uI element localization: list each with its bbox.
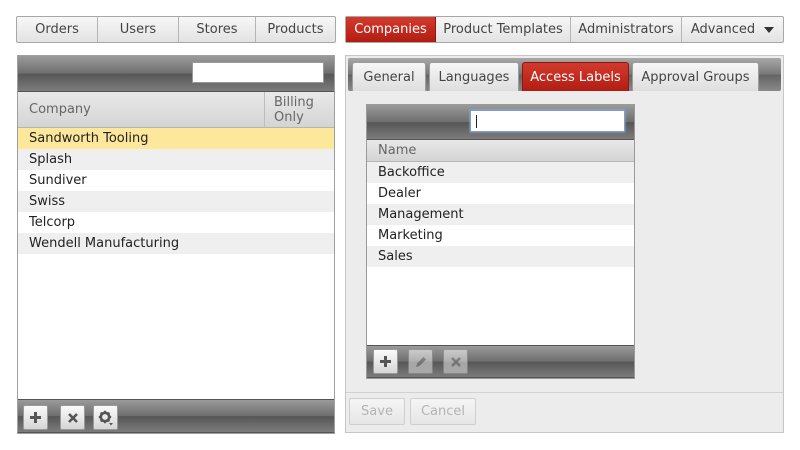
text-cursor: [476, 115, 477, 128]
gear-icon: [98, 410, 113, 425]
company-name: Wendell Manufacturing: [29, 236, 180, 251]
access-label-toolbar: [367, 345, 634, 378]
cancel-button[interactable]: Cancel: [410, 398, 476, 425]
main-nav-tabs: Orders Users Stores Products: [16, 16, 336, 43]
company-list-panel: Company Billing Only Sandworth Tooling S…: [17, 55, 335, 434]
add-access-label-button[interactable]: [373, 349, 398, 374]
company-row[interactable]: Sundiver: [18, 170, 334, 191]
access-label-row[interactable]: Dealer: [367, 183, 634, 204]
tab-companies[interactable]: Companies: [346, 17, 436, 42]
pencil-icon: [415, 356, 426, 367]
company-row[interactable]: Splash: [18, 149, 334, 170]
subtab-languages[interactable]: Languages: [429, 62, 519, 91]
settings-nav-tabs: Companies Product Templates Administrato…: [345, 16, 784, 43]
company-detail-tabs: General Languages Access Labels Approval…: [348, 58, 781, 91]
company-toolbar: [18, 399, 334, 433]
tab-advanced[interactable]: Advanced: [682, 17, 783, 42]
delete-company-button[interactable]: [60, 405, 85, 430]
access-label-name: Backoffice: [378, 165, 445, 180]
subtab-access-labels[interactable]: Access Labels: [522, 62, 629, 91]
form-actions: Save Cancel: [346, 392, 783, 432]
edit-access-label-button[interactable]: [408, 349, 433, 374]
column-header-name[interactable]: Name: [378, 143, 416, 158]
tab-users[interactable]: Users: [98, 17, 179, 42]
tab-product-templates[interactable]: Product Templates: [436, 17, 571, 42]
close-icon: [450, 356, 461, 367]
company-name: Sundiver: [29, 173, 87, 188]
access-label-grid-header: Name: [367, 140, 634, 162]
access-label-row[interactable]: Backoffice: [367, 162, 634, 183]
company-row[interactable]: Wendell Manufacturing: [18, 233, 334, 254]
company-detail-panel: General Languages Access Labels Approval…: [345, 55, 784, 433]
column-header-company[interactable]: Company: [18, 92, 264, 127]
plus-icon: [30, 412, 41, 423]
delete-access-label-button[interactable]: [443, 349, 468, 374]
column-header-billing-only[interactable]: Billing Only: [264, 92, 334, 127]
company-search-input[interactable]: [192, 62, 324, 83]
access-label-search-input[interactable]: [470, 110, 625, 132]
access-label-name: Sales: [378, 249, 413, 264]
tab-orders[interactable]: Orders: [17, 17, 98, 42]
access-labels-grid: Name Backoffice Dealer Management Market…: [366, 104, 635, 379]
company-row[interactable]: Telcorp: [18, 212, 334, 233]
access-label-list: Backoffice Dealer Management Marketing S…: [367, 162, 634, 267]
company-name: Swiss: [29, 194, 66, 209]
company-name: Sandworth Tooling: [29, 131, 149, 146]
company-row[interactable]: Sandworth Tooling: [18, 128, 334, 149]
access-label-name: Dealer: [378, 186, 421, 201]
company-grid-header: Company Billing Only: [18, 92, 334, 128]
add-company-button[interactable]: [23, 405, 48, 430]
tab-advanced-label: Advanced: [690, 22, 756, 37]
plus-icon: [380, 356, 391, 367]
close-icon: [67, 412, 78, 423]
subtab-general[interactable]: General: [352, 62, 426, 91]
access-label-row[interactable]: Management: [367, 204, 634, 225]
access-label-name: Marketing: [378, 228, 443, 243]
company-search-bar: [18, 56, 334, 92]
tab-administrators[interactable]: Administrators: [571, 17, 682, 42]
access-label-search-bar: [367, 105, 634, 140]
subtab-approval-groups[interactable]: Approval Groups: [632, 62, 759, 91]
company-name: Telcorp: [29, 215, 76, 230]
company-list: Sandworth Tooling Splash Sundiver Swiss …: [18, 128, 334, 254]
access-label-row[interactable]: Marketing: [367, 225, 634, 246]
access-label-name: Management: [378, 207, 464, 222]
tab-products[interactable]: Products: [256, 17, 335, 42]
save-button[interactable]: Save: [349, 398, 405, 425]
company-settings-button[interactable]: [93, 405, 118, 430]
access-label-row[interactable]: Sales: [367, 246, 634, 267]
caret-down-icon: [764, 26, 775, 33]
company-name: Splash: [29, 152, 73, 167]
tab-stores[interactable]: Stores: [179, 17, 256, 42]
company-row[interactable]: Swiss: [18, 191, 334, 212]
